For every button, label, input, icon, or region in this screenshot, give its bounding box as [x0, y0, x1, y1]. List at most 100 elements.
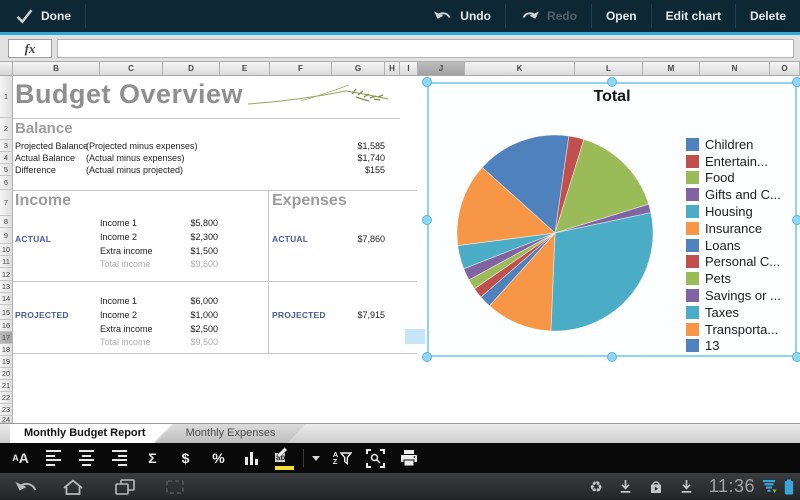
highlight-dropdown-button[interactable]	[306, 443, 326, 473]
sheet-tab-inactive[interactable]: Monthly Expenses	[156, 424, 306, 443]
legend-label: Children	[705, 136, 754, 152]
align-right-button[interactable]	[103, 443, 136, 473]
currency-button[interactable]: $	[169, 443, 202, 473]
column-header-C[interactable]: C	[100, 62, 163, 76]
edit-chart-button[interactable]: Edit chart	[652, 0, 735, 32]
legend-item: Personal C...	[686, 254, 781, 271]
cell-value: $1,500	[190, 246, 218, 256]
sum-button[interactable]: Σ	[136, 443, 169, 473]
legend-label: Food	[705, 170, 735, 186]
system-navigation-bar: ♻ 11:36	[0, 473, 800, 500]
section-divider	[13, 118, 400, 119]
row-header-2[interactable]: 2	[0, 118, 13, 140]
legend-label: Pets	[705, 271, 732, 287]
font-size-button[interactable]: AA	[4, 443, 37, 473]
row-header-18[interactable]: 18	[0, 344, 13, 356]
selection-handle[interactable]	[422, 352, 432, 362]
row-header-13[interactable]: 13	[0, 281, 13, 293]
home-button[interactable]	[56, 473, 90, 500]
column-header-G[interactable]: G	[332, 62, 385, 76]
percent-button[interactable]: %	[202, 443, 235, 473]
done-button[interactable]: Done	[0, 0, 85, 32]
delete-button[interactable]: Delete	[736, 0, 800, 32]
row-header-10[interactable]: 10	[0, 244, 13, 256]
column-header-F[interactable]: F	[270, 62, 332, 76]
screenshot-button[interactable]	[158, 473, 192, 500]
zoom-select-button[interactable]	[359, 443, 392, 473]
cell-value: $9,500	[190, 337, 218, 347]
grid-corner[interactable]	[0, 62, 13, 76]
column-header-K[interactable]: K	[465, 62, 575, 76]
chevron-down-icon	[312, 455, 320, 461]
column-header-L[interactable]: L	[575, 62, 643, 76]
magnifier-icon	[366, 448, 385, 468]
row-header-11[interactable]: 11	[0, 256, 13, 268]
open-button[interactable]: Open	[592, 0, 651, 32]
legend-swatch	[686, 188, 699, 202]
row-header-15[interactable]: 15	[0, 305, 13, 320]
legend-item: Children	[686, 136, 781, 153]
legend-swatch	[686, 154, 699, 168]
chart-object[interactable]: Total Children Entertain... Food Gifts and …	[422, 77, 800, 362]
print-button[interactable]	[392, 443, 425, 473]
align-center-button[interactable]	[70, 443, 103, 473]
selection-handle[interactable]	[607, 77, 617, 87]
selection-handle[interactable]	[792, 352, 800, 362]
formula-input[interactable]	[57, 38, 794, 58]
row-header-12[interactable]: 12	[0, 268, 13, 281]
row-header-21[interactable]: 21	[0, 380, 13, 392]
selection-handle[interactable]	[792, 214, 800, 225]
legend-label: Loans	[705, 237, 741, 253]
legend-swatch	[686, 272, 699, 286]
selection-handle[interactable]	[422, 77, 432, 87]
sheet-tab-active[interactable]: Monthly Budget Report	[10, 424, 172, 443]
row-header-22[interactable]: 22	[0, 392, 13, 404]
column-header-B[interactable]: B	[13, 62, 100, 76]
row-header-4[interactable]: 4	[0, 152, 13, 164]
cell-label: Income 2	[100, 232, 138, 242]
insert-chart-button[interactable]	[235, 443, 268, 473]
align-left-icon	[46, 448, 61, 469]
cell-value: $1,585	[357, 141, 385, 151]
row-header-5[interactable]: 5	[0, 164, 13, 176]
column-header-E[interactable]: E	[220, 62, 270, 76]
back-button[interactable]	[10, 473, 44, 500]
column-header-I[interactable]: I	[400, 62, 418, 76]
column-header-H[interactable]: H	[385, 62, 400, 76]
appbar-separator	[85, 4, 86, 28]
highlight-color-button[interactable]: ab	[268, 443, 301, 473]
sort-filter-button[interactable]: AZ	[326, 443, 359, 473]
pie-slice-Housing	[550, 212, 654, 332]
column-header-M[interactable]: M	[643, 62, 700, 76]
open-label: Open	[605, 9, 637, 23]
column-header-N[interactable]: N	[700, 62, 770, 76]
column-header-J[interactable]: J	[418, 62, 465, 76]
row-header-19[interactable]: 19	[0, 356, 13, 368]
row-header-3[interactable]: 3	[0, 140, 13, 152]
row-header-24[interactable]: 24	[0, 415, 13, 423]
column-header-O[interactable]: O	[770, 62, 800, 76]
row-header-1[interactable]: 1	[0, 76, 13, 118]
row-header-14[interactable]: 14	[0, 293, 13, 305]
row-header-8[interactable]: 8	[0, 216, 13, 228]
row-header-16[interactable]: 16	[0, 320, 13, 332]
section-divider	[13, 353, 417, 354]
row-header-17[interactable]: 17	[0, 332, 13, 344]
selection-handle[interactable]	[422, 214, 432, 225]
selection-handle[interactable]	[607, 352, 617, 362]
legend-label: Transporta...	[705, 321, 779, 337]
cell-label: Income 1	[100, 296, 138, 306]
column-header-D[interactable]: D	[163, 62, 220, 76]
redo-button[interactable]: Redo	[506, 0, 591, 32]
row-header-20[interactable]: 20	[0, 368, 13, 380]
row-header-7[interactable]: 7	[0, 190, 13, 216]
legend-swatch	[686, 137, 699, 151]
align-left-button[interactable]	[37, 443, 70, 473]
pie-chart	[456, 134, 654, 332]
spreadsheet-grid[interactable]: 1 2 3 4 5 6 7 8 9 10 11 12 13 14 15 16 17 18 19 20 21 22 23 24 …	[0, 76, 800, 423]
row-header-9[interactable]: 9	[0, 228, 13, 244]
undo-button[interactable]: Undo	[419, 0, 505, 32]
recent-apps-button[interactable]	[108, 473, 142, 500]
selection-handle[interactable]	[792, 77, 800, 87]
row-header-6[interactable]: 6	[0, 176, 13, 190]
